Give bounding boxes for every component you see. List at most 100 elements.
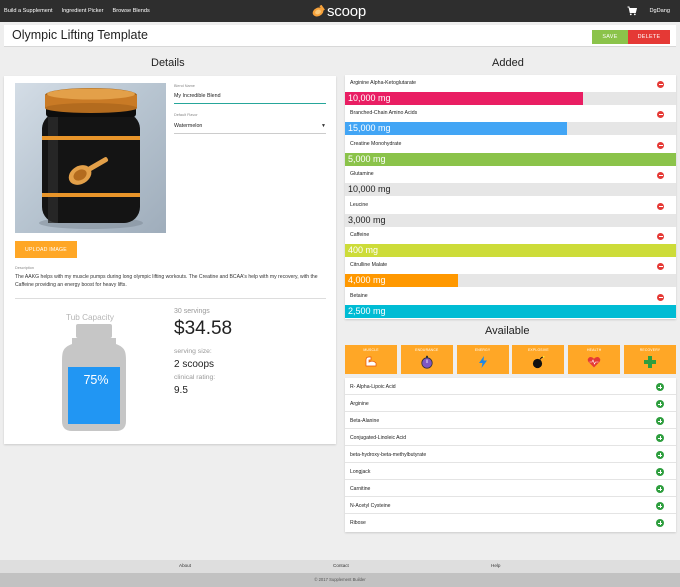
amount-bar[interactable]: 10,000 mg <box>345 183 676 197</box>
available-item-name: Conjugated-Linoleic Acid <box>350 435 407 441</box>
amount-bar-fill <box>345 152 676 166</box>
logo-text: scoop <box>327 2 367 20</box>
scoop-logo[interactable]: scoop <box>312 1 366 21</box>
available-item[interactable]: Arginine <box>345 395 676 412</box>
save-button[interactable]: SAVE <box>592 30 628 44</box>
remove-icon[interactable] <box>657 111 664 119</box>
add-icon[interactable] <box>656 434 664 442</box>
amount-bar-fill <box>345 244 676 257</box>
details-card: Blend Name My Incredible Blend Default F… <box>4 76 336 444</box>
upload-image-button[interactable]: UPLOAD IMAGE <box>15 241 77 258</box>
available-item[interactable]: R- Alpha-Lipoic Acid <box>345 378 676 395</box>
category-endurance[interactable]: ENDURANCE <box>400 345 453 374</box>
add-icon[interactable] <box>656 383 664 391</box>
add-icon[interactable] <box>656 485 664 493</box>
medical-cross-icon <box>644 356 656 368</box>
copyright-bar: © 2017 Supplement Builder <box>0 573 680 587</box>
amount-label: 3,000 mg <box>348 214 386 225</box>
add-icon[interactable] <box>656 468 664 476</box>
remove-icon[interactable] <box>657 172 664 180</box>
nav-link-browse-blends[interactable]: Browse Blends <box>113 8 150 14</box>
amount-bar[interactable]: 2,500 mg <box>345 304 676 318</box>
added-item: Creatine Monohydrate 5,000 mg <box>345 136 676 166</box>
category-muscle[interactable]: MUSCLE <box>345 345 397 374</box>
available-item[interactable]: N-Acetyl Cysteine <box>345 497 676 514</box>
description-text[interactable]: The AAKG helps with my muscle pumps duri… <box>15 274 327 289</box>
added-heading: Added <box>492 57 524 69</box>
available-item[interactable]: Carnitine <box>345 480 676 497</box>
available-item[interactable]: Longjack <box>345 463 676 480</box>
flavor-select[interactable]: Watermelon <box>174 123 202 129</box>
user-menu[interactable]: DgDang <box>649 8 670 14</box>
category-energy[interactable]: ENERGY <box>456 345 509 374</box>
category-recovery[interactable]: RECOVERY <box>624 345 676 374</box>
copyright-text: © 2017 Supplement Builder <box>314 577 366 582</box>
bomb-icon <box>533 355 545 369</box>
available-item-name: Ribose <box>350 520 366 526</box>
added-item-name: Betaine <box>350 292 368 299</box>
price: $34.58 <box>174 318 233 339</box>
category-explosive[interactable]: EXPLOSIVE <box>512 345 565 374</box>
amount-label: 4,000 mg <box>348 275 386 286</box>
blend-name-input[interactable]: My Incredible Blend <box>174 93 221 99</box>
remove-icon[interactable] <box>657 141 664 149</box>
remove-icon[interactable] <box>657 293 664 301</box>
available-item[interactable]: Ribose <box>345 514 676 531</box>
amount-label: 400 mg <box>348 245 379 255</box>
add-icon[interactable] <box>656 502 664 510</box>
stopwatch-icon <box>421 355 433 369</box>
add-icon[interactable] <box>656 519 664 527</box>
shopping-cart-icon[interactable] <box>627 6 638 16</box>
available-item-name: Longjack <box>350 469 371 475</box>
caret-down-icon[interactable]: ▼ <box>321 123 326 129</box>
flavor-label: Default Flavor <box>174 113 198 117</box>
amount-bar[interactable]: 10,000 mg <box>345 92 676 105</box>
muscle-icon <box>365 356 377 367</box>
product-image <box>15 83 166 233</box>
remove-icon[interactable] <box>657 81 664 88</box>
add-icon[interactable] <box>656 417 664 425</box>
nav-link-ingredient-picker[interactable]: Ingredient Picker <box>62 8 104 14</box>
details-heading: Details <box>151 57 185 69</box>
category-filter-row: MUSCLE ENDURANCE ENERGY EXPLOSIVE HEALTH… <box>345 345 676 374</box>
added-item: Branched-Chain Amino Acids 15,000 mg <box>345 105 676 136</box>
add-icon[interactable] <box>656 451 664 459</box>
amount-bar[interactable]: 400 mg <box>345 244 676 257</box>
available-heading: Available <box>485 325 530 337</box>
added-item-name: Citrulline Malate <box>350 262 388 269</box>
available-item[interactable]: beta-hydroxy-beta-methylbutyrate <box>345 446 676 463</box>
blend-name-underline <box>174 103 326 104</box>
amount-bar[interactable]: 3,000 mg <box>345 213 676 227</box>
available-item-name: beta-hydroxy-beta-methylbutyrate <box>350 452 427 458</box>
nav-links: Build a Supplement Ingredient Picker Bro… <box>4 0 150 22</box>
added-item-name: Leucine <box>350 201 369 208</box>
footer-link-contact[interactable]: Contact <box>333 563 349 568</box>
available-item[interactable]: Beta-Alanine <box>345 412 676 429</box>
heart-icon <box>587 357 601 368</box>
nav-link-build-supplement[interactable]: Build a Supplement <box>4 8 53 14</box>
amount-bar[interactable]: 15,000 mg <box>345 122 676 136</box>
category-health[interactable]: HEALTH <box>568 345 621 374</box>
available-item[interactable]: Conjugated-Linoleic Acid <box>345 429 676 446</box>
available-item-name: N-Acetyl Cysteine <box>350 503 391 509</box>
added-item-name: Branched-Chain Amino Acids <box>350 110 418 117</box>
category-label: ENERGY <box>474 348 491 352</box>
remove-icon[interactable] <box>657 263 664 271</box>
nav-right: DgDang <box>627 0 670 22</box>
top-navbar: Build a Supplement Ingredient Picker Bro… <box>0 0 680 22</box>
footer-link-help[interactable]: Help <box>491 563 500 568</box>
remove-icon[interactable] <box>657 202 664 210</box>
delete-button[interactable]: DELETE <box>628 30 670 44</box>
add-icon[interactable] <box>656 400 664 408</box>
remove-icon[interactable] <box>657 233 664 240</box>
amount-label: 10,000 mg <box>348 184 391 195</box>
added-ingredients-list: Arginine Alpha-Ketoglutarate 10,000 mg B… <box>345 75 676 319</box>
amount-bar[interactable]: 5,000 mg <box>345 152 676 166</box>
amount-label: 5,000 mg <box>348 153 386 164</box>
added-item: Citrulline Malate 4,000 mg <box>345 257 676 288</box>
scoop-logo-icon <box>312 5 325 17</box>
available-ingredients-list: R- Alpha-Lipoic Acid Arginine Beta-Alani… <box>345 378 676 532</box>
amount-bar[interactable]: 4,000 mg <box>345 274 676 288</box>
footer-link-about[interactable]: About <box>179 563 191 568</box>
description-label: Description <box>15 266 34 270</box>
